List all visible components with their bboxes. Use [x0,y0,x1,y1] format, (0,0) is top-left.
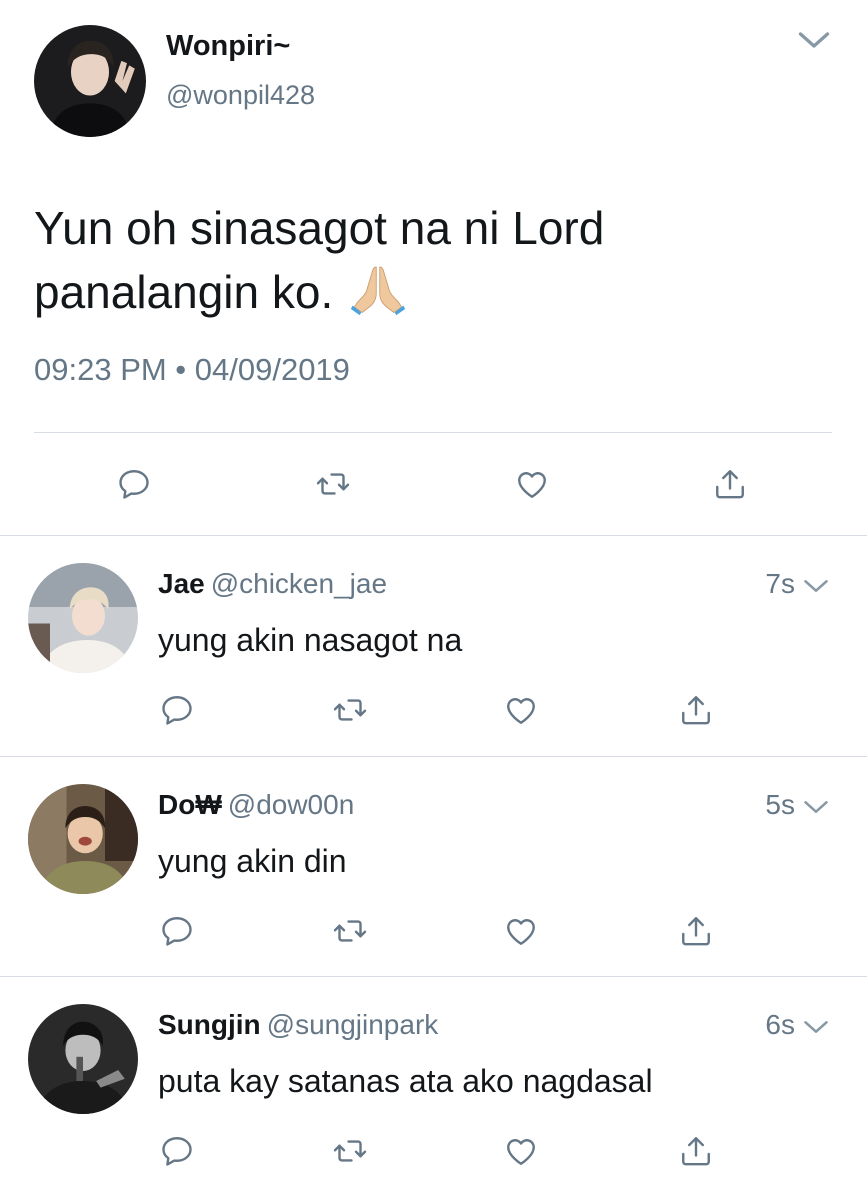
reply-icon [159,692,195,728]
reply-button[interactable] [110,460,158,508]
reply-text: yung akin nasagot na [158,622,463,658]
like-icon [503,692,539,728]
chevron-down-icon[interactable] [802,576,830,596]
retweet-button[interactable] [309,460,357,508]
tweet-timestamp[interactable]: 09:23 PM • 04/09/2019 [34,352,350,388]
divider [34,432,832,433]
avatar[interactable] [28,784,138,894]
display-name[interactable]: Do₩ [158,789,222,820]
chevron-down-icon[interactable] [796,28,832,52]
display-name[interactable]: Wonpiri~ [166,30,290,63]
reply-button[interactable] [153,1127,201,1175]
reply-icon [159,913,195,949]
display-name[interactable]: Jae [158,568,205,599]
reply-button[interactable] [153,907,201,955]
reply-time[interactable]: 5s [765,789,795,821]
tweet-text: Yun oh sinasagot na ni Lord panalangin k… [34,196,814,324]
avatar[interactable] [34,25,146,137]
reply-author[interactable]: Sungjin @sungjinpark [158,1009,438,1041]
retweet-button[interactable] [326,907,374,955]
share-icon [712,466,748,502]
reply-text: yung akin din [158,843,347,879]
share-icon [678,913,714,949]
user-handle[interactable]: @sungjinpark [267,1009,439,1040]
avatar[interactable] [28,563,138,673]
like-icon [503,1133,539,1169]
reply-time[interactable]: 6s [765,1009,795,1041]
like-button[interactable] [497,1127,545,1175]
avatar-photo-icon [28,563,138,673]
chevron-down-icon[interactable] [802,797,830,817]
share-icon [678,1133,714,1169]
reply-tweet[interactable]: Do₩ @dow00n 5s yung akin din [0,757,867,977]
like-button[interactable] [508,460,556,508]
share-icon [678,692,714,728]
like-icon [503,913,539,949]
user-handle[interactable]: @dow00n [228,789,355,820]
avatar[interactable] [28,1004,138,1114]
like-icon [514,466,550,502]
avatar-photo-icon [34,25,146,137]
share-button[interactable] [672,1127,720,1175]
reply-author[interactable]: Jae @chicken_jae [158,568,387,600]
reply-icon [159,1133,195,1169]
folded-hands-emoji [350,266,406,316]
reply-tweet[interactable]: Jae @chicken_jae 7s yung akin nasagot na [0,536,867,756]
reply-tweet[interactable]: Sungjin @sungjinpark 6s puta kay satanas … [0,977,867,1197]
retweet-icon [332,692,368,728]
reply-button[interactable] [153,686,201,734]
reply-icon [116,466,152,502]
share-button[interactable] [706,460,754,508]
retweet-icon [332,1133,368,1169]
like-button[interactable] [497,686,545,734]
display-name[interactable]: Sungjin [158,1009,261,1040]
avatar-photo-icon [28,784,138,894]
avatar-photo-icon [28,1004,138,1114]
retweet-icon [315,466,351,502]
retweet-icon [332,913,368,949]
reply-time[interactable]: 7s [765,568,795,600]
share-button[interactable] [672,907,720,955]
retweet-button[interactable] [326,686,374,734]
retweet-button[interactable] [326,1127,374,1175]
tweet-text-content: Yun oh sinasagot na ni Lord panalangin k… [34,202,605,318]
like-button[interactable] [497,907,545,955]
user-handle[interactable]: @wonpil428 [166,80,315,111]
user-handle[interactable]: @chicken_jae [211,568,387,599]
main-tweet: Wonpiri~ @wonpil428 Yun oh sinasagot na … [0,0,867,535]
share-button[interactable] [672,686,720,734]
reply-text: puta kay satanas ata ako nagdasal [158,1063,653,1099]
reply-author[interactable]: Do₩ @dow00n [158,789,354,821]
chevron-down-icon[interactable] [802,1017,830,1037]
